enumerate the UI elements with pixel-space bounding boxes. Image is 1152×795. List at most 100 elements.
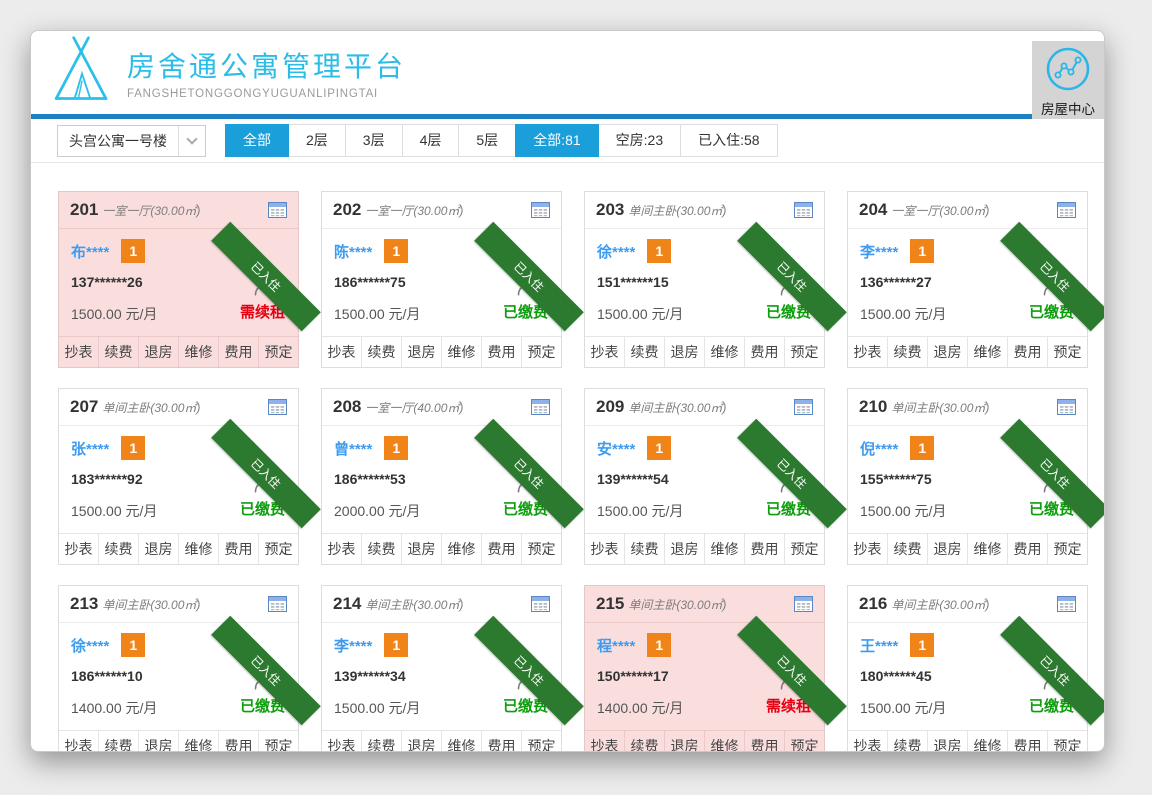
room-action-button[interactable]: 抄表	[59, 337, 98, 367]
tenant-name[interactable]: 张****	[71, 438, 109, 459]
room-action-button[interactable]: 续费	[361, 731, 401, 752]
floor-tab[interactable]: 5层	[458, 124, 516, 157]
room-action-button[interactable]: 维修	[967, 534, 1007, 564]
room-action-button[interactable]: 维修	[704, 337, 744, 367]
room-action-button[interactable]: 退房	[664, 337, 704, 367]
tenant-name[interactable]: 王****	[860, 635, 898, 656]
tenant-name[interactable]: 布****	[71, 241, 109, 262]
room-action-button[interactable]: 抄表	[585, 337, 624, 367]
room-action-button[interactable]: 续费	[887, 534, 927, 564]
room-action-button[interactable]: 费用	[1007, 731, 1047, 752]
room-action-button[interactable]: 抄表	[848, 534, 887, 564]
building-select[interactable]: 头宫公寓一号楼	[57, 125, 206, 157]
calendar-icon[interactable]	[268, 202, 287, 218]
tenant-name[interactable]: 徐****	[597, 241, 635, 262]
room-action-button[interactable]: 抄表	[848, 337, 887, 367]
tenant-name[interactable]: 李****	[860, 241, 898, 262]
room-action-button[interactable]: 抄表	[59, 731, 98, 752]
room-action-button[interactable]: 抄表	[322, 731, 361, 752]
floor-tab[interactable]: 3层	[345, 124, 403, 157]
room-action-button[interactable]: 退房	[401, 534, 441, 564]
calendar-icon[interactable]	[268, 399, 287, 415]
floor-tab[interactable]: 4层	[402, 124, 460, 157]
room-action-button[interactable]: 退房	[401, 337, 441, 367]
room-action-button[interactable]: 费用	[481, 731, 521, 752]
room-action-button[interactable]: 抄表	[59, 534, 98, 564]
house-center-button[interactable]: 房屋中心	[1032, 41, 1104, 119]
room-action-button[interactable]: 费用	[744, 337, 784, 367]
tenant-name[interactable]: 徐****	[71, 635, 109, 656]
calendar-icon[interactable]	[1057, 596, 1076, 612]
room-action-button[interactable]: 维修	[967, 731, 1007, 752]
room-action-button[interactable]: 预定	[1047, 337, 1087, 367]
room-action-button[interactable]: 续费	[624, 534, 664, 564]
room-action-button[interactable]: 维修	[441, 337, 481, 367]
calendar-icon[interactable]	[531, 399, 550, 415]
room-action-button[interactable]: 预定	[521, 731, 561, 752]
room-action-button[interactable]: 退房	[927, 337, 967, 367]
room-action-button[interactable]: 维修	[704, 731, 744, 752]
room-action-button[interactable]: 预定	[258, 337, 298, 367]
room-action-button[interactable]: 续费	[887, 337, 927, 367]
room-action-button[interactable]: 预定	[521, 337, 561, 367]
room-action-button[interactable]: 预定	[784, 731, 824, 752]
room-action-button[interactable]: 预定	[258, 731, 298, 752]
tenant-name[interactable]: 程****	[597, 635, 635, 656]
room-action-button[interactable]: 费用	[218, 731, 258, 752]
occupancy-stat-tab[interactable]: 已入住:58	[680, 124, 777, 157]
room-action-button[interactable]: 预定	[521, 534, 561, 564]
room-action-button[interactable]: 续费	[361, 337, 401, 367]
tenant-name[interactable]: 安****	[597, 438, 635, 459]
room-action-button[interactable]: 抄表	[322, 337, 361, 367]
calendar-icon[interactable]	[1057, 202, 1076, 218]
room-action-button[interactable]: 维修	[178, 337, 218, 367]
calendar-icon[interactable]	[794, 596, 813, 612]
room-action-button[interactable]: 续费	[98, 337, 138, 367]
room-action-button[interactable]: 续费	[624, 337, 664, 367]
room-action-button[interactable]: 抄表	[585, 731, 624, 752]
room-action-button[interactable]: 费用	[218, 337, 258, 367]
tenant-name[interactable]: 陈****	[334, 241, 372, 262]
room-action-button[interactable]: 抄表	[585, 534, 624, 564]
floor-tab[interactable]: 2层	[288, 124, 346, 157]
calendar-icon[interactable]	[531, 202, 550, 218]
room-action-button[interactable]: 续费	[361, 534, 401, 564]
room-action-button[interactable]: 退房	[138, 337, 178, 367]
room-action-button[interactable]: 预定	[784, 337, 824, 367]
room-action-button[interactable]: 费用	[744, 534, 784, 564]
room-action-button[interactable]: 续费	[98, 534, 138, 564]
room-action-button[interactable]: 退房	[664, 534, 704, 564]
room-action-button[interactable]: 费用	[481, 337, 521, 367]
room-action-button[interactable]: 维修	[441, 731, 481, 752]
tenant-name[interactable]: 曾****	[334, 438, 372, 459]
room-action-button[interactable]: 费用	[744, 731, 784, 752]
room-action-button[interactable]: 维修	[441, 534, 481, 564]
room-action-button[interactable]: 费用	[481, 534, 521, 564]
floor-tab[interactable]: 全部	[225, 124, 289, 157]
room-action-button[interactable]: 续费	[98, 731, 138, 752]
occupancy-stat-tab[interactable]: 全部:81	[515, 124, 598, 157]
room-action-button[interactable]: 退房	[138, 534, 178, 564]
room-action-button[interactable]: 退房	[401, 731, 441, 752]
room-action-button[interactable]: 续费	[887, 731, 927, 752]
room-action-button[interactable]: 费用	[218, 534, 258, 564]
room-action-button[interactable]: 费用	[1007, 337, 1047, 367]
calendar-icon[interactable]	[1057, 399, 1076, 415]
room-action-button[interactable]: 续费	[624, 731, 664, 752]
room-action-button[interactable]: 预定	[258, 534, 298, 564]
room-action-button[interactable]: 抄表	[322, 534, 361, 564]
calendar-icon[interactable]	[794, 202, 813, 218]
room-action-button[interactable]: 退房	[927, 731, 967, 752]
tenant-name[interactable]: 李****	[334, 635, 372, 656]
room-action-button[interactable]: 维修	[178, 731, 218, 752]
room-action-button[interactable]: 抄表	[848, 731, 887, 752]
calendar-icon[interactable]	[268, 596, 287, 612]
calendar-icon[interactable]	[531, 596, 550, 612]
room-action-button[interactable]: 维修	[704, 534, 744, 564]
room-action-button[interactable]: 退房	[664, 731, 704, 752]
calendar-icon[interactable]	[794, 399, 813, 415]
room-action-button[interactable]: 退房	[138, 731, 178, 752]
room-action-button[interactable]: 维修	[178, 534, 218, 564]
room-action-button[interactable]: 退房	[927, 534, 967, 564]
tenant-name[interactable]: 倪****	[860, 438, 898, 459]
